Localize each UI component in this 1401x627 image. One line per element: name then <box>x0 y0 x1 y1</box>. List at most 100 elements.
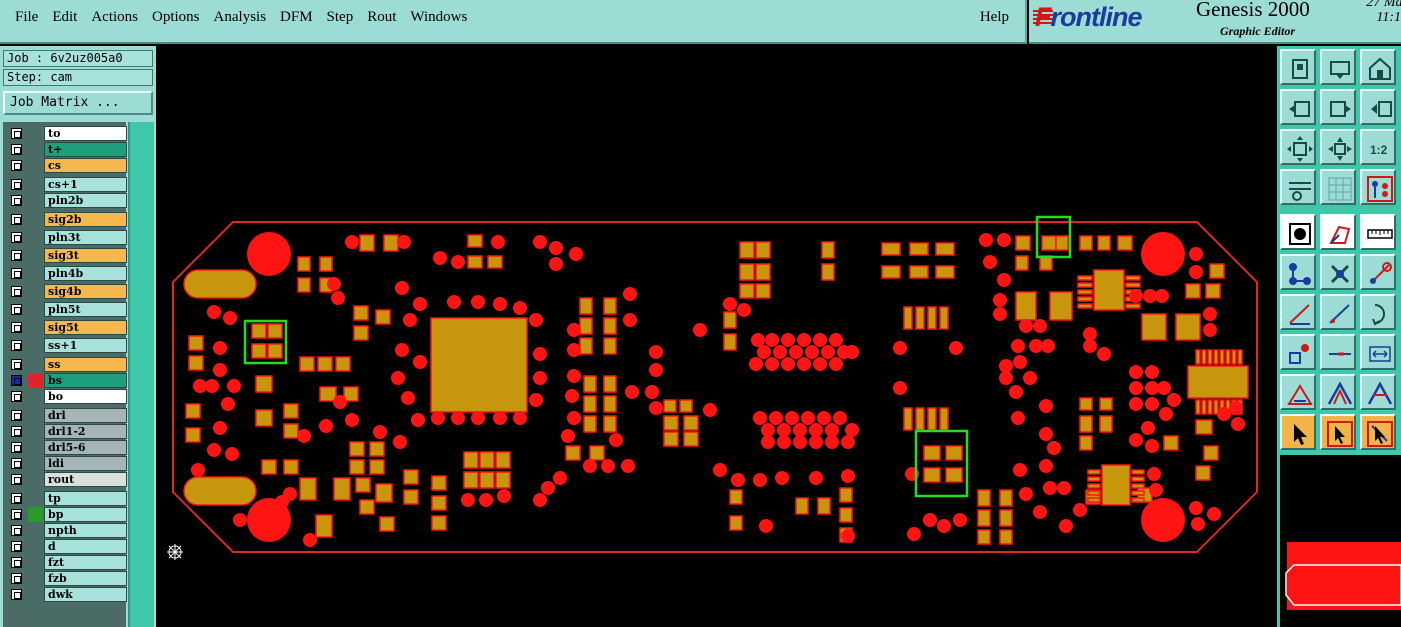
layer-row-ss+1[interactable]: ss+1 <box>6 338 127 353</box>
menu-actions[interactable]: Actions <box>91 9 138 26</box>
layer-checkbox[interactable] <box>11 160 22 171</box>
layer-checkbox[interactable] <box>11 458 22 469</box>
layer-name[interactable]: sig2b <box>44 212 127 227</box>
layer-row-to[interactable]: to <box>6 126 127 141</box>
layer-list-scrollbar[interactable] <box>128 122 154 627</box>
layer-checkbox[interactable] <box>11 359 22 370</box>
layer-name[interactable]: pln2b <box>44 193 127 208</box>
layer-panel-button[interactable] <box>1360 169 1396 205</box>
menu-step[interactable]: Step <box>327 9 354 26</box>
blue-line-button[interactable] <box>1320 294 1356 330</box>
menu-help[interactable]: Help <box>980 9 1009 26</box>
pointer-button[interactable] <box>1280 414 1316 450</box>
layer-checkbox[interactable] <box>11 426 22 437</box>
ruler-button[interactable] <box>1360 214 1396 250</box>
layer-row-fzt[interactable]: fzt <box>6 555 127 570</box>
pad-button[interactable] <box>1280 334 1316 370</box>
layer-name[interactable]: bs <box>44 373 127 388</box>
layer-row-sig5t[interactable]: sig5t <box>6 320 127 335</box>
triangle-a-button[interactable] <box>1280 374 1316 410</box>
layer-row-bp[interactable]: bp <box>6 507 127 522</box>
layer-name[interactable]: rout <box>44 472 127 487</box>
layer-checkbox[interactable] <box>11 442 22 453</box>
layer-row-cs[interactable]: cs <box>6 158 127 173</box>
zoom-center-button[interactable] <box>1320 129 1356 165</box>
menu-file[interactable]: File <box>15 9 38 26</box>
pan-right-button[interactable] <box>1320 89 1356 125</box>
layer-row-sig3t[interactable]: sig3t <box>6 248 127 263</box>
layer-name[interactable]: tp <box>44 491 127 506</box>
scale-1-2-button[interactable]: 1:2 <box>1360 129 1396 165</box>
layer-checkbox[interactable] <box>11 268 22 279</box>
layer-row-pln5t[interactable]: pln5t <box>6 302 127 317</box>
zoom-home-button[interactable] <box>1320 49 1356 85</box>
layer-row-pln3t[interactable]: pln3t <box>6 230 127 245</box>
layer-checkbox[interactable] <box>11 286 22 297</box>
snap-line-button[interactable] <box>1360 254 1396 290</box>
layer-row-drl1-2[interactable]: drl1-2 <box>6 424 127 439</box>
layer-row-sig2b[interactable]: sig2b <box>6 212 127 227</box>
layer-name[interactable]: pln3t <box>44 230 127 245</box>
select-shape-button[interactable] <box>1320 214 1356 250</box>
snap-button[interactable] <box>1280 49 1316 85</box>
home-button[interactable] <box>1360 49 1396 85</box>
layer-row-ldi[interactable]: ldi <box>6 456 127 471</box>
layer-name[interactable]: sig4b <box>44 284 127 299</box>
triangle-b-button[interactable] <box>1320 374 1356 410</box>
layer-row-rout[interactable]: rout <box>6 472 127 487</box>
connect-button[interactable] <box>1280 254 1316 290</box>
layer-checkbox[interactable] <box>11 128 22 139</box>
layer-name[interactable]: drl1-2 <box>44 424 127 439</box>
layer-name[interactable]: bp <box>44 507 127 522</box>
pcb-board-view[interactable] <box>156 46 1277 627</box>
layer-name[interactable]: drl5-6 <box>44 440 127 455</box>
layer-checkbox[interactable] <box>11 375 22 386</box>
layer-row-tp[interactable]: tp <box>6 491 127 506</box>
graphic-canvas[interactable] <box>156 46 1277 627</box>
layer-checkbox[interactable] <box>11 589 22 600</box>
pointer-arrow-button[interactable] <box>1360 414 1396 450</box>
layer-name[interactable]: ldi <box>44 456 127 471</box>
menu-dfm[interactable]: DFM <box>280 9 313 26</box>
line-button[interactable] <box>1320 334 1356 370</box>
layer-checkbox[interactable] <box>11 304 22 315</box>
layer-name[interactable]: to <box>44 126 127 141</box>
layer-row-pln4b[interactable]: pln4b <box>6 266 127 281</box>
triangle-c-button[interactable] <box>1360 374 1396 410</box>
layer-checkbox[interactable] <box>11 410 22 421</box>
pan-left-button[interactable] <box>1280 89 1316 125</box>
layer-name[interactable]: sig3t <box>44 248 127 263</box>
zoom-fit-button[interactable] <box>1280 129 1316 165</box>
layer-checkbox[interactable] <box>11 144 22 155</box>
menu-windows[interactable]: Windows <box>410 9 467 26</box>
layer-row-bo[interactable]: bo <box>6 389 127 404</box>
layer-name[interactable]: bo <box>44 389 127 404</box>
layer-checkbox[interactable] <box>11 573 22 584</box>
layer-name[interactable]: ss <box>44 357 127 372</box>
layer-row-npth[interactable]: npth <box>6 523 127 538</box>
layer-row-dwk[interactable]: dwk <box>6 587 127 602</box>
layer-checkbox[interactable] <box>11 340 22 351</box>
layer-name[interactable]: npth <box>44 523 127 538</box>
layer-row-sig4b[interactable]: sig4b <box>6 284 127 299</box>
layer-checkbox[interactable] <box>11 557 22 568</box>
layer-name[interactable]: fzt <box>44 555 127 570</box>
layer-checkbox[interactable] <box>11 525 22 536</box>
layer-name[interactable]: dwk <box>44 587 127 602</box>
layer-checkbox[interactable] <box>11 474 22 485</box>
layer-name[interactable]: cs+1 <box>44 177 127 192</box>
layer-row-pln2b[interactable]: pln2b <box>6 193 127 208</box>
layer-checkbox[interactable] <box>11 232 22 243</box>
layer-row-drl5-6[interactable]: drl5-6 <box>6 440 127 455</box>
tools-button[interactable] <box>1280 169 1316 205</box>
layer-checkbox[interactable] <box>11 322 22 333</box>
menu-options[interactable]: Options <box>152 9 200 26</box>
layer-checkbox[interactable] <box>11 493 22 504</box>
layer-row-t+[interactable]: t+ <box>6 142 127 157</box>
pointer-box-button[interactable] <box>1320 414 1356 450</box>
layer-name[interactable]: pln5t <box>44 302 127 317</box>
layer-row-ss[interactable]: ss <box>6 357 127 372</box>
job-matrix-button[interactable]: Job Matrix ... <box>3 91 153 115</box>
layer-name[interactable]: t+ <box>44 142 127 157</box>
layer-checkbox[interactable] <box>11 541 22 552</box>
